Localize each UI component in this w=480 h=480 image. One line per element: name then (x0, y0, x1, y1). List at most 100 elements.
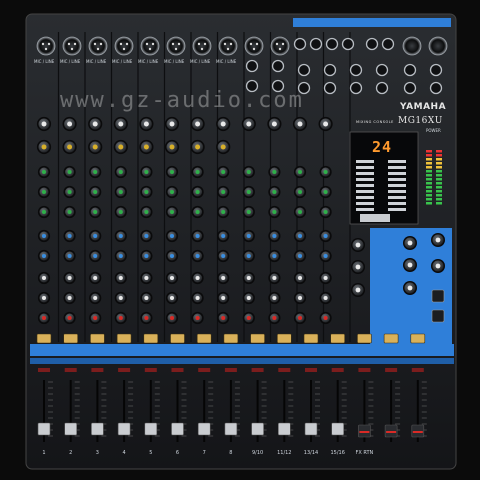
knob-cap (92, 144, 98, 150)
knob-cap (169, 275, 175, 281)
knob-cap (118, 315, 123, 321)
knob-cap (323, 169, 328, 175)
channel-on-button (250, 333, 265, 344)
knob-cap (144, 295, 149, 301)
knob-cap (323, 315, 328, 321)
xlr-pin (249, 42, 253, 46)
knob-cap (246, 275, 251, 281)
knob-cap (323, 209, 328, 215)
knob-cap (67, 121, 73, 127)
level-meter-led (426, 202, 432, 205)
knob-cap (93, 315, 98, 321)
knob-cap (144, 209, 149, 215)
fader-cap (304, 422, 318, 436)
knob-cap (195, 275, 200, 281)
xlr-pin (223, 42, 227, 46)
xlr-input-socket (140, 36, 160, 56)
channel-number-label: 15/16 (330, 450, 345, 456)
channel-number-label: 5 (149, 450, 153, 456)
level-meter-led (436, 182, 442, 185)
knob-cap (246, 253, 251, 259)
knob-cap (144, 315, 149, 321)
jack-socket (309, 37, 323, 51)
level-meter-led (436, 194, 442, 197)
knob-cap (297, 209, 303, 215)
peak-led (358, 368, 371, 372)
brand-logo: YAMAHA (400, 102, 447, 112)
level-meter-led (436, 190, 442, 193)
jack-socket (375, 63, 389, 77)
peak-led (331, 368, 344, 372)
channel-on-button (63, 333, 79, 344)
knob-cap (118, 295, 123, 301)
knob-cap (221, 233, 226, 239)
display-readout: 24 (372, 138, 393, 156)
knob-cap (118, 275, 123, 281)
level-meter-led (436, 154, 442, 157)
knob-cap (144, 275, 149, 281)
fader-cap (251, 422, 264, 436)
knob-cap (272, 169, 277, 175)
fx-program-list-line (356, 166, 374, 169)
xlr-pin (125, 42, 129, 46)
xlr-pin (278, 47, 282, 51)
level-meter-led (426, 162, 432, 165)
channel-number-label: 7 (202, 450, 206, 456)
fader-cap (277, 422, 291, 436)
knob-cap (118, 233, 123, 239)
master-switch (431, 309, 445, 323)
xlr-pin (122, 47, 126, 51)
fader-cap (64, 422, 77, 436)
xlr-pin (99, 42, 103, 46)
mic-line-label: MIC / LINE (190, 59, 211, 64)
knob-cap (297, 275, 303, 281)
fx-program-list-line (388, 208, 406, 211)
level-meter-led (436, 166, 442, 169)
knob-cap (118, 144, 124, 150)
knob-cap (41, 189, 47, 195)
mic-line-label: MIC / LINE (60, 59, 81, 64)
knob-cap (41, 121, 47, 127)
knob-cap (67, 253, 72, 259)
fx-program-list-line (388, 196, 406, 199)
knob-cap (246, 209, 251, 215)
knob-cap (67, 233, 72, 239)
knob-cap (272, 275, 277, 281)
xlr-input-socket (62, 36, 82, 56)
fx-program-list-line (388, 190, 406, 193)
level-meter-led (426, 170, 432, 173)
jack-socket (375, 81, 389, 95)
jack-socket (403, 63, 417, 77)
knob-cap (272, 315, 277, 321)
fx-program-list-line (388, 202, 406, 205)
level-meter-led (426, 194, 432, 197)
knob-cap (297, 121, 303, 127)
knob-cap (143, 144, 149, 150)
knob-cap (93, 189, 98, 195)
knob-cap (67, 295, 72, 301)
fx-program-list-line (356, 190, 374, 193)
level-meter-led (436, 198, 442, 201)
level-meter-led (436, 170, 442, 173)
fx-program-list-line (388, 184, 406, 187)
master-knob-cap (435, 263, 441, 269)
knob-cap (169, 233, 175, 239)
xlr-pin (171, 42, 175, 46)
knob-cap (41, 233, 47, 239)
level-meter-led (436, 158, 442, 161)
level-meter-led (426, 154, 432, 157)
fader-cap (331, 422, 345, 436)
brand-series: MIXING CONSOLE (356, 120, 394, 124)
knob-cap (144, 189, 149, 195)
mute-row-band (30, 344, 454, 356)
channel-number-label: 8 (229, 450, 233, 456)
channel-on-button (170, 333, 185, 344)
channel-on-button (196, 333, 212, 344)
mic-line-label: MIC / LINE (34, 59, 55, 64)
knob-cap (93, 253, 98, 259)
fx-program-list-line (388, 178, 406, 181)
knob-cap (272, 253, 277, 259)
knob-cap (246, 233, 251, 239)
knob-cap (195, 315, 200, 321)
master-knob-cap (435, 237, 441, 243)
